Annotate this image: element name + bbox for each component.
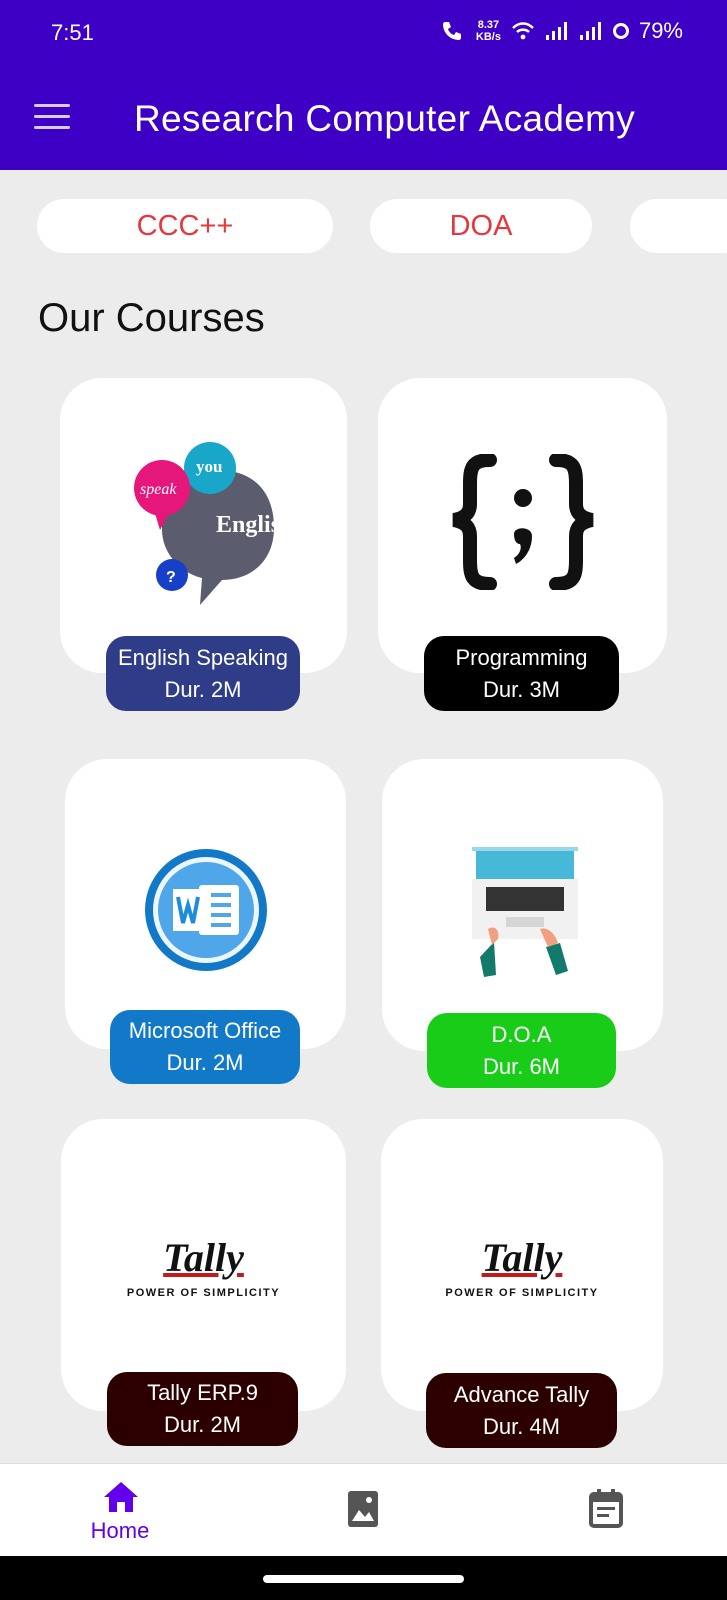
tally-tagline: POWER OF SIMPLICITY [126, 1287, 281, 1299]
word-icon [145, 849, 267, 971]
you-logo-word: you [196, 457, 222, 476]
course-duration: Dur. 2M [164, 676, 242, 702]
course-name: Programming [455, 644, 588, 670]
course-badge-tally-erp[interactable]: Tally ERP.9 Dur. 2M [107, 1372, 298, 1446]
bottom-navigation: Home [0, 1463, 727, 1557]
system-gesture-bar [0, 1556, 727, 1600]
english-speech-bubbles-icon: English speak you ? [134, 442, 282, 605]
course-badge-programming[interactable]: Programming Dur. 3M [424, 636, 619, 711]
course-badge-english[interactable]: English Speaking Dur. 2M [106, 636, 300, 711]
tally-wordmark: Tally [163, 1235, 244, 1280]
course-duration: Dur. 2M [166, 1050, 244, 1075]
app-title: Research Computer Academy [134, 98, 636, 139]
signal-icon-2 [579, 22, 601, 40]
speak-logo-word: speak [140, 481, 177, 498]
course-card-office[interactable] [65, 759, 346, 1049]
tally-logo: Tally POWER OF SIMPLICITY [61, 1235, 346, 1300]
tally-logo: Tally POWER OF SIMPLICITY [381, 1235, 663, 1300]
course-card-english[interactable]: English speak you ? [60, 378, 347, 673]
tally-wordmark: Tally [481, 1235, 563, 1280]
calendar-icon [589, 1489, 623, 1528]
chip-doa[interactable]: DOA [370, 199, 592, 253]
course-duration: Dur. 6M [482, 1053, 561, 1079]
app-bar: 7:51 8.37 KB/s 79% Research Computer Aca… [0, 0, 727, 170]
course-card-doa[interactable] [382, 759, 663, 1051]
course-badge-office[interactable]: Microsoft Office Dur. 2M [110, 1010, 300, 1084]
course-name: Advance Tally [453, 1381, 590, 1407]
signal-icon [545, 22, 567, 40]
chip-ccc[interactable]: CCC++ [37, 199, 333, 253]
gesture-handle[interactable] [263, 1575, 464, 1583]
nav-home-label: Home [90, 1518, 150, 1543]
status-icons: 8.37 KB/s 79% [440, 18, 683, 44]
wifi-icon [512, 22, 534, 40]
course-name: D.O.A [491, 1021, 552, 1047]
hamburger-menu-icon [34, 104, 70, 107]
laptop-typing-icon [472, 847, 578, 977]
chip-partial[interactable] [630, 199, 727, 253]
course-duration: Dur. 3M [482, 676, 561, 702]
nav-calendar[interactable] [546, 1464, 666, 1557]
battery-level: 79% [638, 18, 683, 43]
image-icon [348, 1491, 378, 1527]
nav-home[interactable]: Home [60, 1464, 180, 1557]
course-card-tally-erp[interactable]: Tally POWER OF SIMPLICITY [61, 1119, 346, 1411]
course-badge-advance-tally[interactable]: Advance Tally Dur. 4M [426, 1373, 617, 1448]
home-icon [104, 1482, 138, 1512]
course-card-advance-tally[interactable]: Tally POWER OF SIMPLICITY [381, 1119, 663, 1411]
menu-button[interactable] [34, 104, 70, 132]
tally-tagline: POWER OF SIMPLICITY [445, 1287, 599, 1299]
call-icon [442, 22, 461, 40]
course-name: English Speaking [117, 644, 288, 670]
network-speed: 8.37 KB/s [475, 19, 501, 43]
question-logo-mark: ? [166, 569, 176, 586]
status-time: 7:51 [51, 20, 94, 45]
course-duration: Dur. 4M [482, 1413, 561, 1439]
section-title: Our Courses [38, 296, 265, 340]
course-name: Microsoft Office [128, 1018, 282, 1043]
english-logo-word: English [216, 512, 282, 538]
battery-ring-icon [612, 23, 629, 39]
nav-gallery[interactable] [303, 1464, 423, 1557]
course-duration: Dur. 2M [163, 1412, 242, 1437]
course-card-programming[interactable] [378, 378, 667, 673]
course-name: Tally ERP.9 [147, 1380, 258, 1405]
code-braces-icon [452, 454, 594, 590]
course-badge-doa[interactable]: D.O.A Dur. 6M [427, 1013, 616, 1088]
